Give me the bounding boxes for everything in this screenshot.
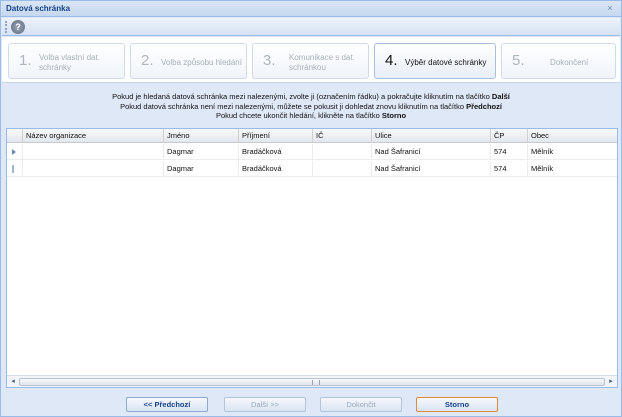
step-label: Komunikace s dat. schránkou	[289, 53, 355, 72]
instructions: Pokud je hledaná datová schránka mezi na…	[2, 84, 620, 126]
current-row-arrow-icon	[12, 149, 16, 155]
instruction-text: Pokud chcete ukončit hledání, klikněte n…	[215, 111, 380, 120]
instruction-bold: Předchozí	[466, 101, 502, 111]
step-label: Dokončení	[550, 58, 589, 67]
help-icon[interactable]: ?	[11, 20, 25, 34]
column-header-ulice[interactable]: Ulice	[371, 129, 490, 143]
cell-nazev-organizace	[22, 144, 163, 160]
close-icon[interactable]: ×	[605, 3, 615, 13]
step-label: Výběr datové schránky	[405, 58, 487, 67]
title-bar: Datová schránka ×	[1, 1, 621, 17]
wizard-steps: 1. Volba vlastní dat. schránky 2. Volba …	[2, 37, 620, 83]
cell-cp: 574	[490, 161, 527, 177]
column-header-nazev-organizace[interactable]: Název organizace	[22, 129, 163, 143]
cell-jmeno: Dagmar	[163, 161, 238, 177]
step-label: Volba způsobu hledání	[161, 58, 242, 67]
column-header-prijmeni[interactable]: Příjmení	[238, 129, 312, 143]
horizontal-scrollbar[interactable]: ◂ ▸	[7, 375, 617, 387]
row-indicator	[7, 161, 22, 177]
column-header-obec[interactable]: Obec	[527, 129, 617, 143]
results-grid: Název organizace Jméno Příjmení IČ Ulice…	[6, 128, 618, 388]
previous-button[interactable]: << Předchozí	[126, 397, 208, 412]
cell-ulice: Nad Šafranicí	[371, 161, 490, 177]
cell-jmeno: Dagmar	[163, 144, 238, 160]
toolbar-grip	[5, 21, 7, 33]
cell-obec: Mělník	[527, 144, 617, 160]
scroll-left-icon[interactable]: ◂	[8, 377, 18, 387]
scroll-grip-icon	[312, 380, 320, 385]
cell-prijmeni: Bradáčková	[238, 161, 312, 177]
scroll-thumb[interactable]	[19, 378, 605, 386]
grid-header: Název organizace Jméno Příjmení IČ Ulice…	[7, 129, 617, 143]
cell-ic	[312, 144, 371, 160]
cell-obec: Mělník	[527, 161, 617, 177]
instruction-text: Pokud je hledaná datová schránka mezi na…	[112, 92, 490, 101]
step-1: 1. Volba vlastní dat. schránky	[8, 43, 125, 79]
finish-button[interactable]: Dokončit	[320, 397, 402, 412]
instruction-line-2: Pokud datová schránka není mezi nalezený…	[2, 102, 620, 112]
step-number: 5.	[512, 52, 525, 69]
step-2: 2. Volba způsobu hledání	[130, 43, 247, 79]
cell-ic	[312, 161, 371, 177]
cell-nazev-organizace	[22, 161, 163, 177]
toolbar: ?	[2, 18, 620, 36]
column-header-jmeno[interactable]: Jméno	[163, 129, 238, 143]
cell-prijmeni: Bradáčková	[238, 144, 312, 160]
scroll-right-icon[interactable]: ▸	[606, 377, 616, 387]
cell-cp: 574	[490, 144, 527, 160]
column-header-cp[interactable]: ČP	[490, 129, 527, 143]
window-title: Datová schránka	[6, 4, 71, 13]
instruction-line-3: Pokud chcete ukončit hledání, klikněte n…	[2, 111, 620, 121]
row-indicator	[7, 144, 22, 160]
step-number: 2.	[141, 52, 154, 69]
new-row-bar-icon	[12, 165, 14, 173]
step-number: 3.	[263, 52, 276, 69]
next-button[interactable]: Další >>	[224, 397, 306, 412]
cell-ulice: Nad Šafranicí	[371, 144, 490, 160]
step-4: 4. Výběr datové schránky	[374, 43, 496, 79]
instruction-bold: Další	[491, 92, 510, 101]
step-number: 4.	[385, 52, 398, 69]
step-3: 3. Komunikace s dat. schránkou	[252, 43, 369, 79]
step-number: 1.	[19, 52, 32, 69]
step-5: 5. Dokončení	[501, 43, 616, 79]
column-header-ic[interactable]: IČ	[312, 129, 371, 143]
datova-schranka-window: Datová schránka × ? 1. Volba vlastní dat…	[0, 0, 622, 417]
cancel-button[interactable]: Storno	[416, 397, 498, 412]
table-row[interactable]: Dagmar Bradáčková Nad Šafranicí 574 Měln…	[7, 144, 617, 160]
step-label: Volba vlastní dat. schránky	[39, 53, 100, 72]
instruction-text: Pokud datová schránka není mezi nalezený…	[120, 101, 464, 111]
instruction-line-1: Pokud je hledaná datová schránka mezi na…	[2, 92, 620, 102]
instruction-bold: Storno	[381, 111, 407, 120]
footer-buttons: << Předchozí Další >> Dokončit Storno	[2, 391, 620, 417]
table-row[interactable]: Dagmar Bradáčková Nad Šafranicí 574 Měln…	[7, 161, 617, 177]
